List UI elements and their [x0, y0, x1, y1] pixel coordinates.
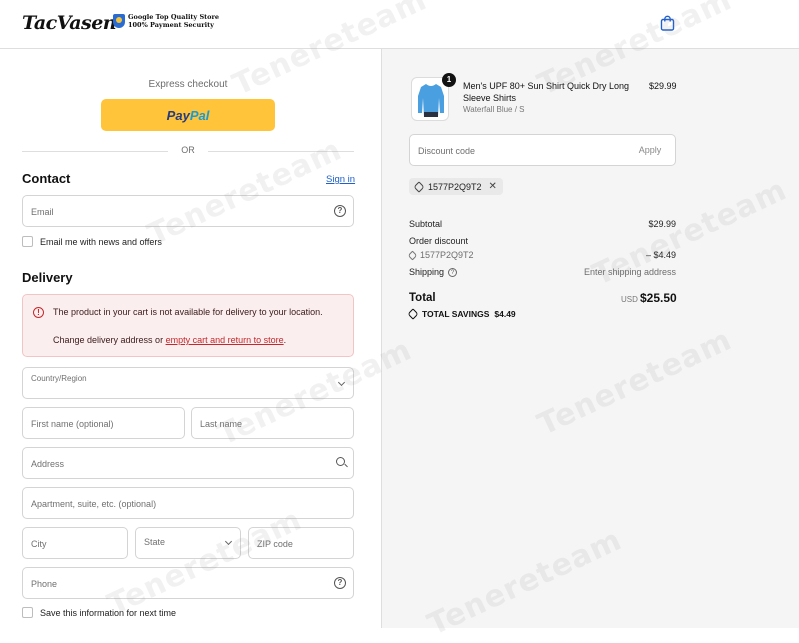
tag-icon: [413, 180, 425, 193]
phone-field[interactable]: Phone ?: [22, 567, 354, 599]
paypal-logo-part-1: Pay: [166, 107, 190, 123]
total-currency: USD: [621, 295, 638, 304]
country-placeholder: Country/Region: [31, 374, 87, 383]
quantity-badge: 1: [442, 73, 456, 87]
first-name-field[interactable]: First name (optional): [22, 407, 185, 439]
shipping-label: Shipping: [409, 267, 445, 277]
contact-heading: Contact: [22, 171, 71, 186]
delivery-error-alert: ! The product in your cart is not availa…: [22, 294, 354, 357]
discount-value: – $4.49: [645, 250, 676, 260]
discount-code-info: 1577P2Q9T2: [407, 250, 474, 260]
empty-cart-link[interactable]: empty cart and return to store: [166, 335, 284, 345]
total-label: Total: [409, 292, 436, 304]
shipping-value: Enter shipping address: [583, 267, 676, 277]
store-logo[interactable]: TacVasen: [22, 12, 117, 34]
alert-change-prefix: Change delivery address or: [53, 335, 166, 345]
chevron-down-icon: [337, 378, 346, 387]
save-info-checkbox[interactable]: [22, 607, 33, 618]
address-placeholder: Address: [31, 459, 65, 469]
applied-discount-chip: 1577P2Q9T2 ✕: [409, 178, 503, 195]
subtotal-row: Subtotal $29.99: [409, 219, 676, 229]
badge-line-2: 100% Payment Security: [128, 21, 214, 29]
state-select[interactable]: State: [135, 527, 241, 559]
city-placeholder: City: [31, 539, 47, 549]
badge-text: Google Top Quality Store 100% Payment Se…: [128, 13, 219, 29]
remove-discount-icon[interactable]: ✕: [489, 181, 497, 192]
order-discount-row: 1577P2Q9T2 – $4.49: [407, 250, 676, 261]
shipping-label-group: Shipping ?: [409, 267, 458, 277]
badge-line-1: Google Top Quality Store: [128, 13, 220, 21]
subtotal-label: Subtotal: [409, 219, 443, 229]
shipping-row: Shipping ? Enter shipping address: [409, 267, 676, 277]
email-field[interactable]: Email ?: [22, 195, 354, 227]
save-info-label: Save this information for next time: [40, 607, 177, 618]
discount-code: 1577P2Q9T2: [420, 250, 474, 260]
applied-code: 1577P2Q9T2: [428, 181, 482, 192]
alert-message: The product in your cart is not availabl…: [53, 307, 323, 317]
address-field[interactable]: Address: [22, 447, 354, 479]
apartment-placeholder: Apartment, suite, etc. (optional): [31, 499, 157, 509]
help-icon[interactable]: ?: [334, 205, 346, 217]
newsletter-checkbox[interactable]: [22, 236, 33, 247]
last-name-placeholder: Last name: [200, 419, 243, 429]
paypal-button[interactable]: Pay Pal: [101, 99, 275, 131]
shopping-bag-icon[interactable]: [660, 15, 675, 31]
last-name-field[interactable]: Last name: [191, 407, 354, 439]
checkout-form-panel: Express checkout Pay Pal OR Contact Sign …: [0, 49, 381, 628]
country-select[interactable]: Country/Region: [22, 367, 354, 399]
help-icon[interactable]: ?: [334, 577, 346, 589]
alert-suffix: .: [283, 335, 287, 345]
product-variant: Waterfall Blue / S: [463, 105, 525, 114]
error-icon: !: [33, 307, 44, 318]
delivery-heading: Delivery: [22, 270, 73, 285]
newsletter-option[interactable]: Email me with news and offers: [22, 236, 162, 247]
order-discount-label-row: Order discount: [409, 236, 676, 246]
or-label: OR: [181, 145, 195, 155]
shirt-image: [418, 84, 444, 117]
alert-change-text: Change delivery address or empty cart an…: [53, 335, 286, 345]
express-checkout-label: Express checkout: [148, 79, 228, 90]
tag-icon: [407, 250, 418, 260]
savings-value: $4.49: [494, 309, 516, 319]
savings-label: TOTAL SAVINGS: [422, 309, 490, 319]
shield-icon: [113, 14, 125, 28]
email-placeholder: Email: [31, 207, 54, 217]
or-divider: OR: [22, 144, 354, 158]
chevron-down-icon: [224, 537, 233, 546]
help-icon[interactable]: ?: [448, 267, 458, 277]
zip-placeholder: ZIP code: [257, 539, 293, 549]
zip-field[interactable]: ZIP code: [248, 527, 354, 559]
header: TacVasen Google Top Quality Store 100% P…: [0, 0, 799, 49]
total-savings: TOTAL SAVINGS $4.49: [407, 308, 516, 320]
sign-in-link[interactable]: Sign in: [326, 174, 355, 185]
discount-placeholder: Discount code: [418, 146, 476, 156]
product-thumbnail: 1: [411, 73, 456, 121]
save-info-option[interactable]: Save this information for next time: [22, 607, 176, 618]
order-discount-label: Order discount: [409, 236, 469, 246]
tag-icon: [407, 308, 419, 320]
product-name: Men's UPF 80+ Sun Shirt Quick Dry Long S…: [463, 81, 630, 103]
total-value: $25.50: [640, 291, 677, 305]
first-name-placeholder: First name (optional): [31, 419, 114, 429]
newsletter-label: Email me with news and offers: [40, 236, 162, 247]
subtotal-value: $29.99: [648, 219, 676, 229]
phone-placeholder: Phone: [31, 579, 58, 589]
discount-code-field[interactable]: Discount code Apply: [409, 134, 676, 166]
trust-badge: Google Top Quality Store 100% Payment Se…: [113, 13, 219, 29]
apply-button[interactable]: Apply: [625, 135, 675, 165]
order-summary-panel: 1 Men's UPF 80+ Sun Shirt Quick Dry Long…: [381, 49, 799, 628]
product-price: $29.99: [649, 81, 677, 91]
city-field[interactable]: City: [22, 527, 128, 559]
paypal-logo-part-2: Pal: [189, 107, 210, 123]
search-icon: [336, 457, 345, 466]
state-placeholder: State: [144, 537, 166, 547]
apartment-field[interactable]: Apartment, suite, etc. (optional): [22, 487, 354, 519]
